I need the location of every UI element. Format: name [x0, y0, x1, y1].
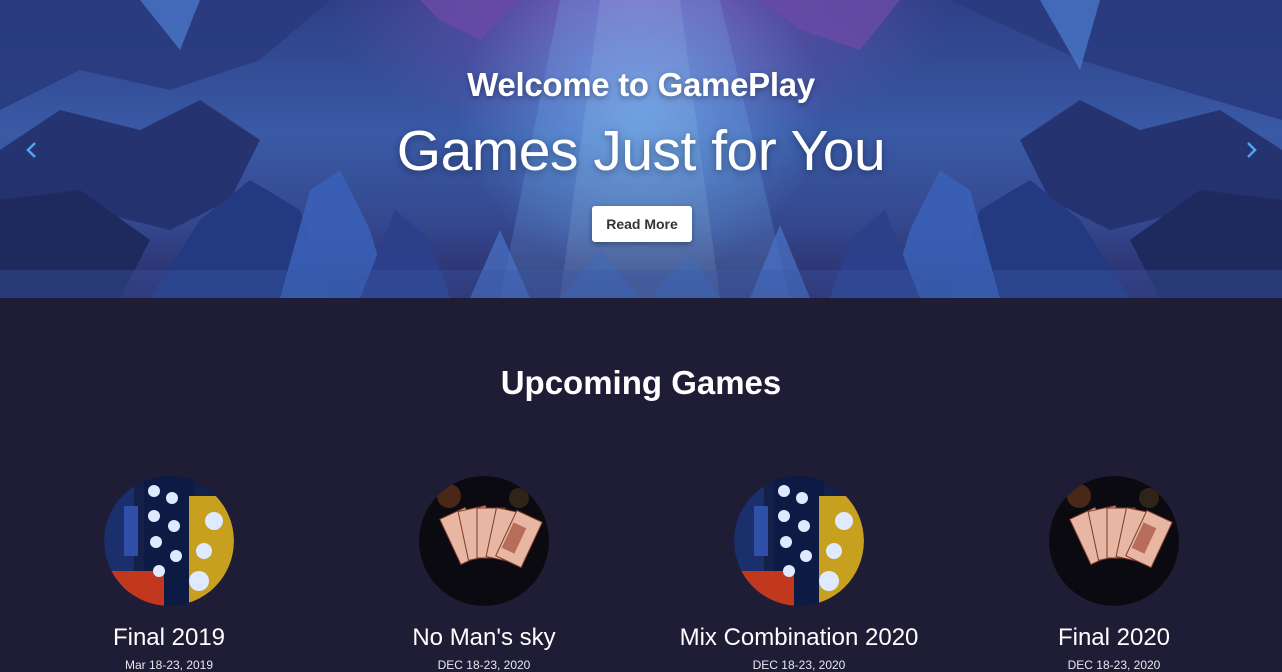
- hero-content: Welcome to GamePlay Games Just for You R…: [0, 0, 1282, 298]
- game-name: Final 2019: [112, 624, 226, 651]
- game-date: DEC 18-23, 2020: [437, 658, 531, 672]
- game-card[interactable]: Mix Combination 2020 DEC 18-23, 2020: [649, 476, 949, 672]
- playing-cards-image: [1049, 476, 1179, 606]
- carousel-next-arrow-icon[interactable]: [1239, 138, 1263, 162]
- casino-chips-image: [734, 476, 864, 606]
- chevron-right-icon: [1247, 142, 1257, 158]
- hero-subtitle: Welcome to GamePlay: [467, 66, 815, 103]
- game-name: Final 2020: [1057, 624, 1171, 651]
- hero-banner: Welcome to GamePlay Games Just for You R…: [0, 0, 1282, 298]
- game-card[interactable]: Final 2020 DEC 18-23, 2020: [964, 476, 1264, 672]
- read-more-button[interactable]: Read More: [592, 206, 692, 242]
- upcoming-games-heading: Upcoming Games: [500, 364, 782, 401]
- chevron-left-icon: [26, 142, 36, 158]
- casino-chips-image: [104, 476, 234, 606]
- game-date: DEC 18-23, 2020: [752, 658, 846, 672]
- game-name: Mix Combination 2020: [679, 624, 919, 651]
- game-name: No Man's sky: [412, 624, 556, 651]
- game-card[interactable]: No Man's sky DEC 18-23, 2020: [334, 476, 634, 672]
- hero-title: Games Just for You: [396, 119, 886, 183]
- game-date: Mar 18-23, 2019: [124, 658, 214, 672]
- game-date: DEC 18-23, 2020: [1067, 658, 1161, 672]
- playing-cards-image: [419, 476, 549, 606]
- carousel-prev-arrow-icon[interactable]: [20, 138, 44, 162]
- game-card[interactable]: Final 2019 Mar 18-23, 2019: [19, 476, 319, 672]
